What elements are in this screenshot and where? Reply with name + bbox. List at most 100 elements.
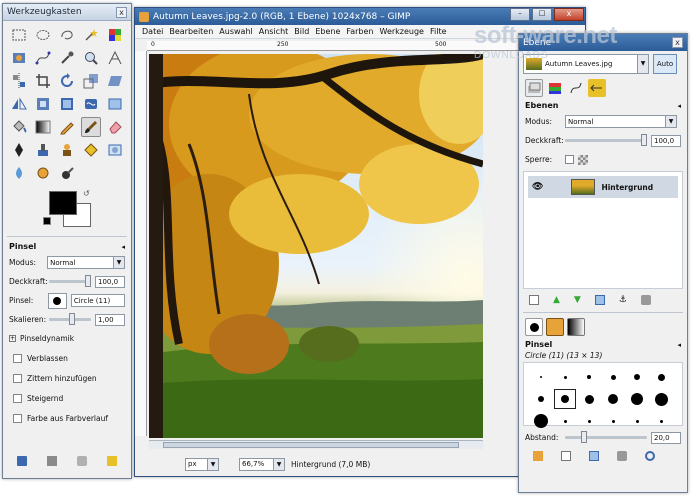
brush-item[interactable] [602,389,624,409]
raise-layer-icon[interactable]: ▲ [553,295,560,305]
checkbox-box[interactable] [13,393,22,403]
pencil-tool-icon[interactable] [57,117,77,137]
checkbox-box[interactable] [13,413,22,423]
unit-select[interactable]: px ▼ [185,457,219,471]
lock-pixels-checkbox[interactable] [565,155,574,164]
checkbox-box[interactable] [13,373,22,383]
foreground-color-swatch[interactable] [49,191,77,215]
brush-item[interactable] [554,367,576,387]
duplicate-layer-icon[interactable] [594,295,605,305]
opacity-spinbox[interactable]: 100,0 [95,275,125,288]
chevron-down-icon[interactable]: ▼ [665,116,676,127]
chevron-down-icon[interactable]: ▼ [113,257,124,268]
opacity-slider-handle[interactable] [85,275,91,287]
brush-item[interactable] [626,411,648,431]
gradient-tool-icon[interactable] [33,117,53,137]
horizontal-scrollbar-thumb[interactable] [163,442,459,448]
toolbox-titlebar[interactable]: Werkzeugkasten x [3,4,131,21]
tab-menu-icon[interactable]: ◂ [677,102,681,110]
text-tool-icon[interactable]: A [129,94,131,114]
mode-select[interactable]: Normal ▼ [47,256,125,269]
menu-edit[interactable]: Bearbeiten [166,27,216,36]
paths-tab-icon[interactable] [567,79,585,97]
new-brush-icon[interactable] [561,451,571,461]
menu-image[interactable]: Bild [291,27,312,36]
reset-options-icon[interactable] [107,456,117,466]
scale-spinbox[interactable]: 1,00 [95,313,125,326]
lock-alpha-icon[interactable] [578,154,588,165]
new-layer-icon[interactable] [529,295,539,305]
scale-slider[interactable] [49,313,91,325]
move-tool-icon[interactable] [129,48,131,68]
flip-tool-icon[interactable] [9,94,29,114]
shear-tool-icon[interactable] [105,71,125,91]
delete-brush-icon[interactable] [617,451,627,461]
rect-select-tool-icon[interactable] [9,25,29,45]
menu-colors[interactable]: Farben [343,27,376,36]
spacing-slider-handle[interactable] [581,431,587,443]
brush-item[interactable] [602,411,624,431]
brush-item[interactable] [530,411,552,431]
brush-item[interactable] [602,367,624,387]
color-picker-tool-icon[interactable] [57,48,77,68]
brush-item[interactable] [530,367,552,387]
brushes-tab-icon[interactable] [525,318,543,336]
bucket-fill-tool-icon[interactable] [9,117,29,137]
layer-row[interactable]: 👁 Hintergrund [528,176,678,198]
minimize-button[interactable]: – [510,8,530,21]
image-select[interactable]: Autumn Leaves.jpg ▼ [523,54,649,74]
ink-tool-icon[interactable] [9,140,29,160]
airbrush-tool-icon[interactable] [129,117,131,137]
checkbox-incremental[interactable]: Steigernd [3,388,131,408]
perspective-clone-tool-icon[interactable] [81,140,101,160]
expand-icon[interactable]: + [9,335,16,342]
blur-tool-icon[interactable] [105,140,125,160]
foreground-select-tool-icon[interactable] [9,48,29,68]
eye-icon[interactable]: 👁 [532,182,543,192]
lower-layer-icon[interactable]: ▼ [574,295,581,305]
cage-tool-icon[interactable] [33,94,53,114]
brush-item[interactable] [626,389,648,409]
duplicate-brush-icon[interactable] [589,451,599,461]
close-button[interactable]: x [554,8,584,21]
menu-select[interactable]: Auswahl [216,27,255,36]
menu-tools[interactable]: Werkzeuge [377,27,427,36]
layer-opacity-slider-handle[interactable] [641,134,647,146]
spacing-slider[interactable] [565,431,647,443]
menu-view[interactable]: Ansicht [256,27,292,36]
brush-item[interactable] [578,411,600,431]
color-balance-tool-icon[interactable] [33,163,53,183]
crop-tool-icon[interactable] [33,71,53,91]
delete-layer-icon[interactable] [640,295,651,305]
smudge-tool-icon[interactable] [129,140,131,160]
horizontal-scrollbar[interactable] [149,440,483,449]
refresh-brushes-icon[interactable] [645,451,655,461]
delete-options-icon[interactable] [77,456,87,466]
paths-tool-icon[interactable] [33,48,53,68]
scale-slider-handle[interactable] [69,313,75,325]
swap-colors-icon[interactable]: ↺ [83,189,90,198]
layer-opacity-spinbox[interactable]: 100,0 [651,134,681,147]
chevron-down-icon[interactable]: ▼ [637,55,648,73]
measure-tool-icon[interactable] [105,48,125,68]
menu-file[interactable]: Datei [139,27,166,36]
heal-tool-icon[interactable] [57,140,77,160]
layers-tab-icon[interactable] [525,79,543,97]
brush-item-selected[interactable] [554,389,576,409]
layer-opacity-slider[interactable] [565,134,647,146]
dodge-burn-tool-icon[interactable] [9,163,29,183]
zoom-tool-icon[interactable] [81,48,101,68]
brush-item[interactable] [530,389,552,409]
paintbrush-tool-icon[interactable] [81,117,101,137]
chevron-down-icon[interactable]: ▼ [207,458,218,470]
select-by-color-tool-icon[interactable] [105,25,125,45]
maximize-button[interactable]: □ [532,8,552,21]
ellipse-select-tool-icon[interactable] [33,25,53,45]
eraser-tool-icon[interactable] [105,117,125,137]
default-colors-icon[interactable] [43,217,51,225]
brush-item[interactable] [578,367,600,387]
layer-mode-select[interactable]: Normal ▼ [565,115,677,128]
vertical-ruler[interactable] [135,51,147,436]
patterns-tab-icon[interactable] [546,318,564,336]
dock-titlebar[interactable]: Ebene x [519,34,687,51]
